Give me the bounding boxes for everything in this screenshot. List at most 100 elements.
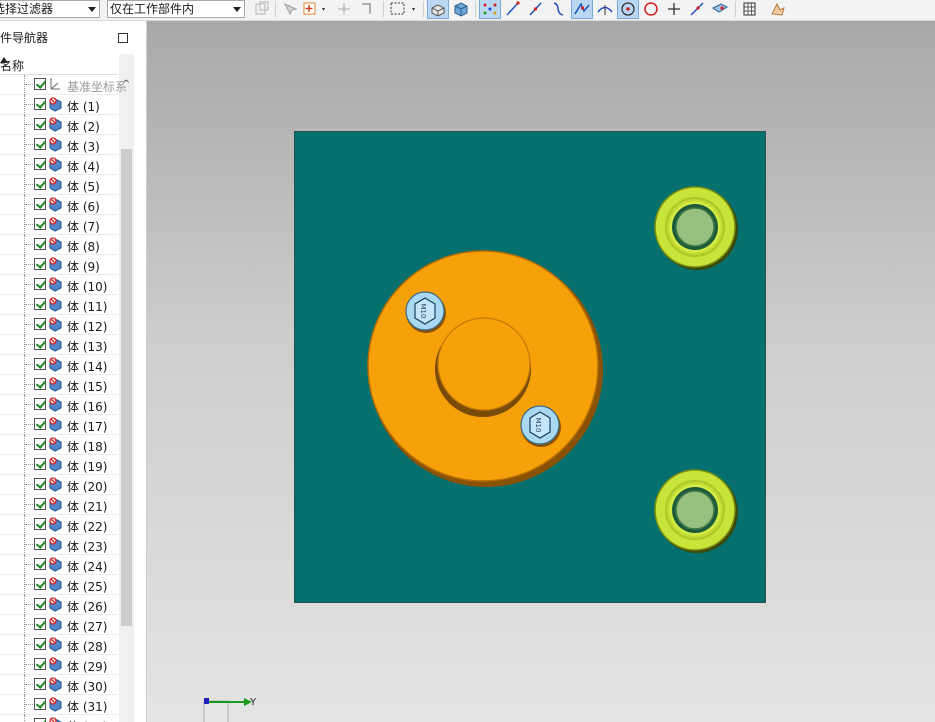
select-component-icon[interactable] xyxy=(300,0,325,18)
snap-on-face-icon[interactable] xyxy=(710,0,730,18)
show-hide-icon[interactable] xyxy=(768,0,788,18)
navigator-row[interactable]: 体 (18) xyxy=(0,435,118,455)
navigator-row[interactable]: 体 (26) xyxy=(0,595,118,615)
snap-on-curve-icon[interactable] xyxy=(687,0,707,18)
select-solid-icon[interactable] xyxy=(427,0,449,19)
visibility-checkbox[interactable] xyxy=(34,378,46,390)
navigator-row[interactable]: 体 (10) xyxy=(0,275,118,295)
scrollbar-thumb[interactable] xyxy=(121,149,132,626)
grid-icon[interactable] xyxy=(740,0,760,18)
snap-tangent-icon[interactable] xyxy=(595,0,615,18)
name-column-header[interactable]: 名称 xyxy=(0,54,118,75)
visibility-checkbox[interactable] xyxy=(34,78,46,90)
navigator-row[interactable]: 体 (21) xyxy=(0,495,118,515)
snap-endpoint-icon[interactable] xyxy=(503,0,523,18)
visibility-checkbox[interactable] xyxy=(34,638,46,650)
assembly-filter-icon[interactable] xyxy=(252,0,272,18)
guide-bushing-bottom[interactable] xyxy=(654,469,738,553)
visibility-checkbox[interactable] xyxy=(34,598,46,610)
visibility-checkbox[interactable] xyxy=(34,698,46,710)
navigator-row[interactable]: 体 (9) xyxy=(0,255,118,275)
navigator-row[interactable]: 体 (31) xyxy=(0,695,118,715)
snap-intersection-icon[interactable] xyxy=(571,0,593,19)
visibility-checkbox[interactable] xyxy=(34,298,46,310)
navigator-row[interactable]: 体 (4) xyxy=(0,155,118,175)
navigator-row[interactable]: 体 (19) xyxy=(0,455,118,475)
visibility-checkbox[interactable] xyxy=(34,538,46,550)
navigator-row[interactable]: 体 (5) xyxy=(0,175,118,195)
visibility-checkbox[interactable] xyxy=(34,518,46,530)
visibility-checkbox[interactable] xyxy=(34,618,46,630)
snap-quadrant-icon[interactable] xyxy=(641,0,661,18)
navigator-row[interactable]: 体 (22) xyxy=(0,515,118,535)
rectangle-select-icon[interactable] xyxy=(388,0,415,18)
visibility-checkbox[interactable] xyxy=(34,138,46,150)
base-plate[interactable]: M10 M10 xyxy=(294,131,766,603)
visibility-checkbox[interactable] xyxy=(34,338,46,350)
navigator-row[interactable]: 体 (7) xyxy=(0,215,118,235)
visibility-checkbox[interactable] xyxy=(34,278,46,290)
navigator-row[interactable]: 体 (28) xyxy=(0,635,118,655)
visibility-checkbox[interactable] xyxy=(34,398,46,410)
navigator-row[interactable]: 体 (2) xyxy=(0,115,118,135)
snap-midpoint-icon[interactable] xyxy=(526,0,546,18)
navigator-row-label: 体 (15) xyxy=(67,380,108,394)
visibility-checkbox[interactable] xyxy=(34,218,46,230)
navigator-row[interactable]: 体 (14) xyxy=(0,355,118,375)
navigator-row[interactable]: 体 (13) xyxy=(0,335,118,355)
navigator-row[interactable]: 体 (15) xyxy=(0,375,118,395)
navigator-row[interactable]: 基准坐标系 xyxy=(0,75,127,95)
snap-point-icon[interactable] xyxy=(335,0,355,18)
navigator-row-label: 体 (19) xyxy=(67,460,108,474)
navigator-row[interactable]: 体 (11) xyxy=(0,295,118,315)
guide-bushing-top[interactable] xyxy=(654,186,738,270)
visibility-checkbox[interactable] xyxy=(34,418,46,430)
snap-curve-icon[interactable] xyxy=(549,0,569,18)
select-edge-icon[interactable] xyxy=(358,0,378,18)
visibility-checkbox[interactable] xyxy=(34,438,46,450)
visibility-checkbox[interactable] xyxy=(34,258,46,270)
select-feature-icon[interactable] xyxy=(280,0,300,18)
visibility-checkbox[interactable] xyxy=(34,318,46,330)
navigator-row[interactable]: 体 (29) xyxy=(0,655,118,675)
maximize-icon[interactable] xyxy=(118,33,128,43)
navigator-row[interactable]: 体 (25) xyxy=(0,575,118,595)
snap-all-points-icon[interactable] xyxy=(479,0,501,19)
visibility-checkbox[interactable] xyxy=(34,578,46,590)
graphics-viewport[interactable]: M10 M10 Y xyxy=(147,21,935,722)
visibility-checkbox[interactable] xyxy=(34,718,46,722)
navigator-row[interactable]: 体 (32) xyxy=(0,715,118,722)
navigator-row[interactable]: 体 (6) xyxy=(0,195,118,215)
visibility-checkbox[interactable] xyxy=(34,558,46,570)
navigator-row[interactable]: 体 (24) xyxy=(0,555,118,575)
visibility-checkbox[interactable] xyxy=(34,158,46,170)
visibility-checkbox[interactable] xyxy=(34,498,46,510)
navigator-row[interactable]: 体 (16) xyxy=(0,395,118,415)
navigator-row[interactable]: 体 (1) xyxy=(0,95,118,115)
navigator-row[interactable]: 体 (3) xyxy=(0,135,118,155)
visibility-checkbox[interactable] xyxy=(34,358,46,370)
round-flange[interactable] xyxy=(367,250,603,487)
selection-filter-dropdown[interactable]: 选择过滤器 xyxy=(0,0,100,18)
visibility-checkbox[interactable] xyxy=(34,678,46,690)
visibility-checkbox[interactable] xyxy=(34,98,46,110)
navigator-row[interactable]: 体 (17) xyxy=(0,415,118,435)
navigator-row[interactable]: 体 (20) xyxy=(0,475,118,495)
navigator-row[interactable]: 体 (12) xyxy=(0,315,118,335)
scope-dropdown[interactable]: 仅在工作部件内 xyxy=(107,0,245,18)
visibility-checkbox[interactable] xyxy=(34,458,46,470)
navigator-row[interactable]: 体 (23) xyxy=(0,535,118,555)
snap-arc-center-icon[interactable] xyxy=(617,0,639,19)
visibility-checkbox[interactable] xyxy=(34,478,46,490)
visibility-checkbox[interactable] xyxy=(34,658,46,670)
visibility-checkbox[interactable] xyxy=(34,118,46,130)
visibility-checkbox[interactable] xyxy=(34,198,46,210)
navigator-row[interactable]: 体 (8) xyxy=(0,235,118,255)
visibility-checkbox[interactable] xyxy=(34,178,46,190)
select-body-icon[interactable] xyxy=(451,0,471,18)
visibility-checkbox[interactable] xyxy=(34,238,46,250)
snap-existing-point-icon[interactable] xyxy=(664,0,684,18)
navigator-row[interactable]: 体 (30) xyxy=(0,675,118,695)
navigator-scrollbar[interactable]: ^ xyxy=(119,54,134,722)
navigator-row[interactable]: 体 (27) xyxy=(0,615,118,635)
